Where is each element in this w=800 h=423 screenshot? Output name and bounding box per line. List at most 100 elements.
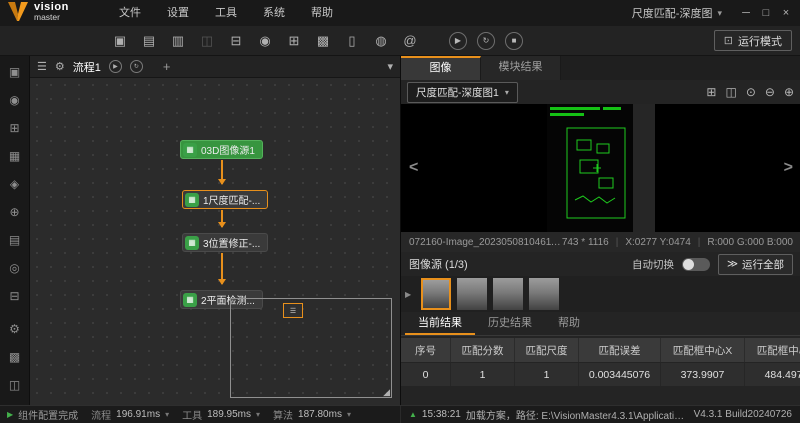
global-variable-button[interactable]: ◍ <box>371 31 391 51</box>
tab-history-result[interactable]: 历史结果 <box>475 312 545 335</box>
system-settings-icon[interactable]: ⚙ <box>7 321 23 337</box>
viewer-toolbar: 尺度匹配-深度图1 ▾ ⊞ ◫ ⊙ ⊖ ⊕ <box>401 80 800 104</box>
prev-image-button[interactable]: < <box>409 159 418 177</box>
tab-image[interactable]: 图像 <box>401 56 481 80</box>
deep-learning-icon[interactable]: ◈ <box>7 176 23 192</box>
statusbar: ▶ 组件配置完成 流程 196.91ms ▾ 工具 189.95ms ▾ 算法 … <box>0 405 800 423</box>
log-level-icon: ▲ <box>409 410 417 419</box>
auto-switch-toggle[interactable] <box>682 258 710 271</box>
next-image-button[interactable]: > <box>784 159 793 177</box>
module-category-strip: ▣ ◉ ⊞ ▦ ◈ ⊕ ▤ ◎ ⊟ ⚙ ▩ ◫ <box>0 56 30 405</box>
table-cell: 484.4973 <box>745 362 800 386</box>
titlebar: vision master 文件 设置 工具 系统 帮助 尺度匹配-深度图 ▾ … <box>0 0 800 26</box>
node-label: 03D图像源1 <box>201 142 255 157</box>
logo-text-line2: master <box>34 12 69 22</box>
matrix-tool-button[interactable]: ⊞ <box>284 31 304 51</box>
run-all-button[interactable]: ≫ 运行全部 <box>718 254 793 275</box>
tab-current-result[interactable]: 当前结果 <box>405 312 475 335</box>
log-message: 加载方案，路径: E:\VisionMaster4.3.1\Applicatio… <box>466 407 689 422</box>
chevron-down-icon[interactable]: ▾ <box>256 410 260 419</box>
thumbnail-expander-icon[interactable]: ▶ <box>405 290 411 299</box>
menu-item-system[interactable]: 系统 <box>250 0 298 26</box>
flow-tab[interactable]: 流程1 <box>73 59 101 75</box>
flow-settings-icon[interactable]: ⚙ <box>55 60 65 73</box>
table-cell: 0 <box>401 362 451 386</box>
menu-item-file[interactable]: 文件 <box>106 0 154 26</box>
table-header-cell: 匹配框中心X <box>661 338 745 362</box>
defect-detect-icon[interactable]: ◎ <box>7 260 23 276</box>
table-header-cell: 匹配误差 <box>579 338 661 362</box>
chevron-down-icon[interactable]: ▾ <box>165 410 169 419</box>
run-once-button[interactable]: ▶ <box>449 32 467 50</box>
selection-rectangle[interactable]: ◢ <box>230 298 392 398</box>
flow-canvas[interactable]: ▦ 03D图像源1 ▦ 1尺度匹配-... ▦ 3位置修正-... ▦ 2平面检… <box>30 78 400 405</box>
tab-result-help[interactable]: 帮助 <box>545 312 593 335</box>
save-as-button[interactable]: ▥ <box>168 31 188 51</box>
zoom-in-icon[interactable]: ⊕ <box>784 85 794 99</box>
image-resolution: 743 * 1116 <box>562 237 609 248</box>
flow-node-image-source[interactable]: ▦ 03D图像源1 <box>180 140 263 159</box>
flow-time-value: 196.91ms <box>116 409 160 420</box>
table-row[interactable]: 0 1 1 0.003445076 373.9907 484.4973 657.… <box>401 362 800 386</box>
node-icon: ▦ <box>185 236 199 250</box>
chevron-down-icon[interactable]: ▾ <box>347 410 351 419</box>
open-button[interactable]: ▤ <box>139 31 159 51</box>
table-header-cell: 序号 <box>401 338 451 362</box>
thumbnail-3[interactable] <box>493 278 523 310</box>
calibration-icon[interactable]: ⊕ <box>7 204 23 220</box>
view-source-dropdown[interactable]: 尺度匹配-深度图1 ▾ <box>407 82 518 103</box>
add-flow-button[interactable]: + <box>163 59 171 74</box>
menu-item-tools[interactable]: 工具 <box>202 0 250 26</box>
run-flow-loop-button[interactable]: ↻ <box>130 60 143 73</box>
communication-manage-icon[interactable]: ◫ <box>7 377 23 393</box>
camera-button[interactable]: ◉ <box>255 31 275 51</box>
logo-v-icon <box>7 2 29 22</box>
version-label: V4.3.1 Build20240726 <box>694 409 792 420</box>
stop-button[interactable]: ■ <box>505 32 523 50</box>
menu-item-settings[interactable]: 设置 <box>154 0 202 26</box>
thumbnail-4[interactable] <box>529 278 559 310</box>
run-flow-once-button[interactable]: ▶ <box>109 60 122 73</box>
logo-text-line1: vision <box>34 2 69 12</box>
zoom-out-icon[interactable]: ⊖ <box>765 85 775 99</box>
image-viewer[interactable]: < > <box>401 104 800 232</box>
location-icon[interactable]: ◉ <box>7 92 23 108</box>
algo-time-value: 187.80ms <box>298 409 342 420</box>
recognition-icon[interactable]: ▦ <box>7 148 23 164</box>
controller-button[interactable]: ⊟ <box>226 31 246 51</box>
mobile-client-button[interactable]: ▯ <box>342 31 362 51</box>
run-all-label: 运行全部 <box>742 257 784 272</box>
flow-list-icon[interactable]: ☰ <box>37 60 47 73</box>
solution-selector[interactable]: 尺度匹配-深度图 ▾ <box>632 0 722 26</box>
logic-tools-icon[interactable]: ⊟ <box>7 288 23 304</box>
collapse-flow-icon[interactable]: ▾ <box>387 60 393 73</box>
tab-module-result[interactable]: 模块结果 <box>481 56 561 80</box>
alignment-icon[interactable]: ▤ <box>7 232 23 248</box>
run-controls: ▶ ↻ ■ <box>449 32 533 50</box>
save-button[interactable]: ▣ <box>110 31 130 51</box>
flow-node-scale-match[interactable]: ▦ 1尺度匹配-... <box>182 190 268 209</box>
close-button[interactable]: × <box>776 0 796 26</box>
main-toolbar: ▣ ▤ ▥ ◫ ⊟ ◉ ⊞ ▩ ▯ ◍ @ ▶ ↻ ■ ⊡ 运行模式 <box>0 26 800 56</box>
vm-tool-button[interactable]: ▩ <box>313 31 333 51</box>
split-view-icon[interactable]: ◫ <box>725 85 736 99</box>
right-panel-tabs: 图像 模块结果 <box>401 56 800 80</box>
maximize-button[interactable]: □ <box>756 0 776 26</box>
menu-item-help[interactable]: 帮助 <box>298 0 346 26</box>
thumbnail-2[interactable] <box>457 278 487 310</box>
export-button: ◫ <box>197 31 217 51</box>
minimize-button[interactable]: ─ <box>736 0 756 26</box>
one-to-one-icon[interactable]: ⊙ <box>746 85 756 99</box>
run-mode-button[interactable]: ⊡ 运行模式 <box>714 30 792 51</box>
module-list-box[interactable]: ☰ <box>283 303 303 318</box>
pixel-rgb: R:000 G:000 B:000 <box>707 237 793 248</box>
acquisition-icon[interactable]: ▣ <box>7 64 23 80</box>
grid-view-icon[interactable]: ⊞ <box>706 85 716 99</box>
module-manager-icon[interactable]: ▩ <box>7 349 23 365</box>
measure-icon[interactable]: ⊞ <box>7 120 23 136</box>
communication-button[interactable]: @ <box>400 31 420 51</box>
run-continuous-button[interactable]: ↻ <box>477 32 495 50</box>
thumbnail-1[interactable] <box>421 278 451 310</box>
resize-handle-icon[interactable]: ◢ <box>383 387 390 398</box>
flow-node-position-fix[interactable]: ▦ 3位置修正-... <box>182 233 268 252</box>
